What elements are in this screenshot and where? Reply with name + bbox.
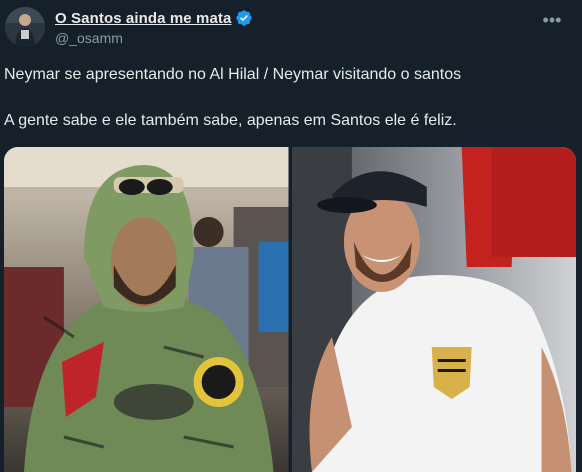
more-horizontal-icon: •••	[542, 9, 562, 30]
display-name-row: O Santos ainda me mata	[55, 8, 253, 28]
avatar[interactable]	[5, 7, 45, 47]
tweet-card: O Santos ainda me mata @_osamm ••• Neyma…	[0, 0, 582, 472]
display-name[interactable]: O Santos ainda me mata	[55, 10, 231, 27]
tweet-text-line-2: A gente sabe e ele também sabe, apenas e…	[4, 112, 457, 129]
media-grid	[4, 147, 576, 472]
photo-right-image	[291, 147, 576, 472]
tweet-text: Neymar se apresentando no Al Hilal / Ney…	[4, 64, 574, 132]
verified-badge-icon	[236, 10, 253, 26]
author-info: O Santos ainda me mata @_osamm	[55, 8, 253, 46]
avatar-image	[5, 7, 45, 47]
more-options-button[interactable]: •••	[540, 8, 564, 32]
photo-right[interactable]	[291, 147, 576, 472]
photo-left-image	[4, 147, 289, 472]
handle[interactable]: @_osamm	[55, 30, 253, 46]
tweet-text-line-1: Neymar se apresentando no Al Hilal / Ney…	[4, 66, 462, 83]
photo-left[interactable]	[4, 147, 289, 472]
tweet-header: O Santos ainda me mata @_osamm •••	[0, 0, 582, 56]
